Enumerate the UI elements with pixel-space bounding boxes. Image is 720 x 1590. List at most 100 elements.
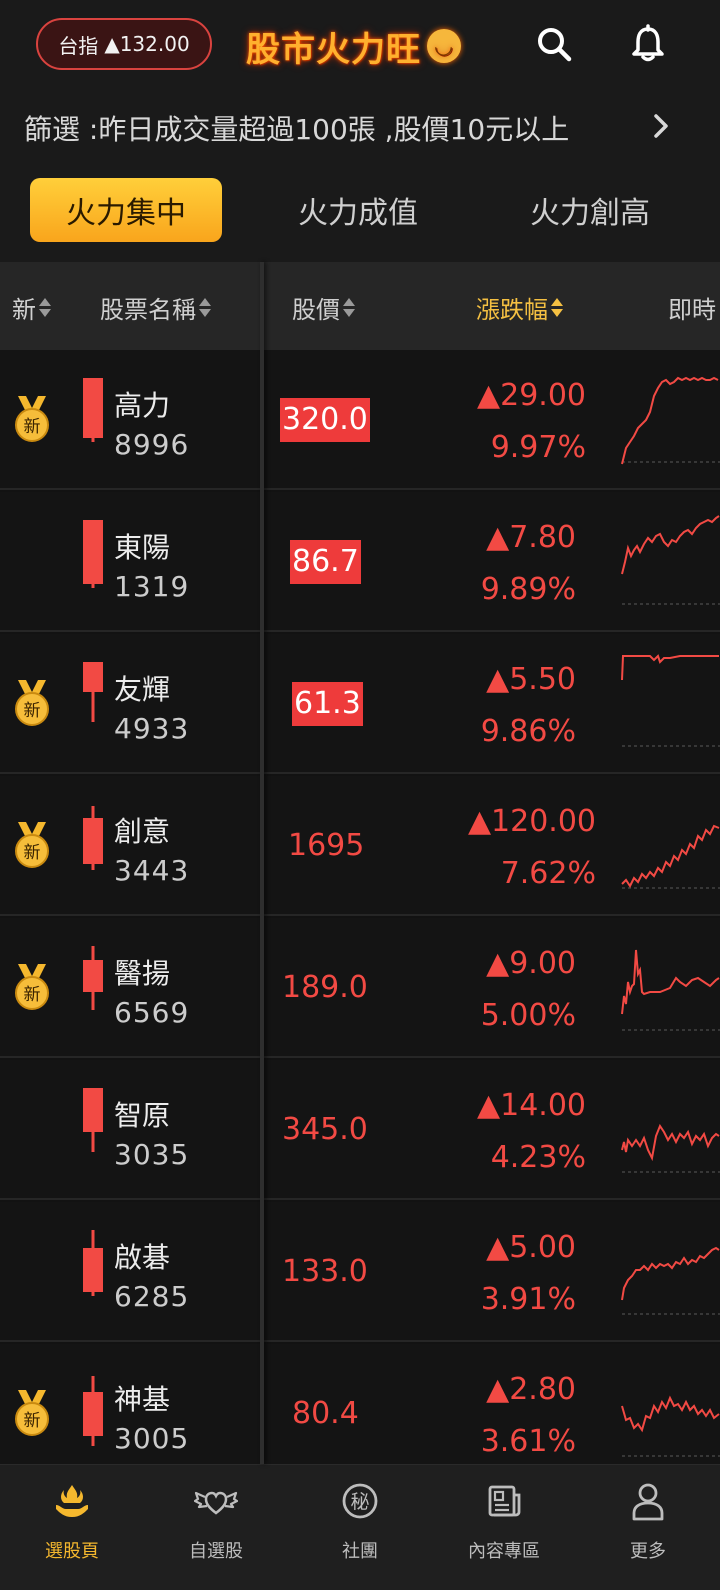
stock-price: 1695	[288, 828, 365, 863]
stock-row[interactable]: 新 神基 3005 80.4 ▲2.80 3.61%	[0, 1344, 720, 1464]
hand-flame-icon	[56, 1485, 88, 1517]
col-change[interactable]: 漲跌幅	[476, 290, 563, 325]
change-percent: 9.89%	[480, 572, 576, 607]
col-change-label: 漲跌幅	[476, 296, 548, 324]
col-name-label: 股票名稱	[100, 296, 196, 324]
candlestick-icon	[83, 946, 103, 1010]
candlestick-icon	[83, 806, 103, 870]
stock-row[interactable]: 啟碁 6285 133.0 ▲5.00 3.91%	[0, 1202, 720, 1342]
stock-name: 創意	[114, 815, 171, 848]
stock-name: 醫揚	[114, 957, 171, 990]
intraday-sparkline	[621, 1246, 720, 1315]
candlestick-icon	[83, 378, 103, 442]
candlestick-icon	[83, 1088, 103, 1152]
stock-row[interactable]: 新 創意 3443 1695 ▲120.00 7.62%	[0, 776, 720, 916]
medal-label: 新	[24, 1411, 41, 1431]
sort-icon	[343, 297, 355, 319]
stock-price: 320.0	[280, 398, 370, 442]
nav-more[interactable]: 更多	[576, 1479, 720, 1579]
new-medal-icon: 新	[15, 680, 49, 726]
stock-row[interactable]: 新 醫揚 6569 189.0 ▲9.00 5.00%	[0, 918, 720, 1058]
filter-text: 篩選 :昨日成交量超過100張 ,股價10元以上	[24, 113, 570, 146]
medal-label: 新	[24, 843, 41, 863]
col-realtime[interactable]: 即時	[668, 290, 716, 325]
change-percent: 7.62%	[500, 856, 596, 891]
nav-label: 社團	[342, 1541, 378, 1562]
intraday-sparkline	[621, 654, 720, 747]
nav-content[interactable]: 內容專區	[432, 1479, 576, 1579]
tab-fire-focus[interactable]: 火力集中	[30, 178, 222, 242]
stock-code: 6569	[114, 996, 190, 1029]
nav-stock-pick[interactable]: 選股頁	[0, 1479, 144, 1579]
sort-desc-icon	[551, 297, 563, 319]
price-change: ▲5.50	[486, 662, 576, 697]
candlestick-icon	[83, 520, 103, 588]
candlestick-icon	[83, 662, 103, 722]
new-medal-icon: 新	[15, 822, 49, 868]
candlestick-icon	[83, 1230, 103, 1296]
nav-club[interactable]: 秘 社團	[288, 1479, 432, 1579]
stock-code: 3005	[114, 1422, 190, 1455]
stock-row[interactable]: 新 友輝 4933 61.3 ▲5.50 9.86%	[0, 634, 720, 774]
intraday-sparkline	[621, 376, 720, 465]
intraday-sparkline	[621, 949, 720, 1031]
tab-fire-value[interactable]: 火力成值	[262, 178, 454, 242]
stock-name: 神基	[114, 1383, 171, 1416]
medal-label: 新	[24, 701, 41, 721]
intraday-sparkline	[621, 515, 720, 605]
col-name[interactable]: 股票名稱	[100, 290, 211, 325]
brand-title: 股市火力旺 ◡	[246, 18, 461, 74]
stock-code: 4933	[114, 712, 190, 745]
price-change: ▲29.00	[477, 378, 586, 413]
stock-list[interactable]: 新 高力 8996 320.0 ▲29.00 9.97% 東陽 1319 86.7 ▲7.80 9.…	[0, 350, 720, 1464]
price-change: ▲7.80	[486, 520, 576, 555]
index-change: ▲132.00	[104, 32, 190, 56]
new-medal-icon: 新	[15, 964, 49, 1010]
chevron-right-icon[interactable]	[650, 110, 674, 142]
col-price[interactable]: 股價	[292, 290, 355, 325]
tab-bar: 火力集中 火力成值 火力創高	[0, 164, 720, 262]
stock-code: 6285	[114, 1280, 190, 1313]
winged-heart-icon	[194, 1491, 238, 1515]
stock-name: 智原	[114, 1099, 171, 1132]
stock-price: 345.0	[282, 1112, 368, 1147]
change-percent: 5.00%	[480, 998, 576, 1033]
stock-code: 8996	[114, 428, 190, 461]
change-percent: 9.86%	[480, 714, 576, 749]
search-icon[interactable]	[534, 24, 574, 64]
bell-icon[interactable]	[628, 24, 668, 64]
medal-label: 新	[24, 417, 41, 437]
change-percent: 4.23%	[490, 1140, 586, 1175]
filter-row[interactable]: 篩選 :昨日成交量超過100張 ,股價10元以上	[0, 88, 720, 164]
change-percent: 9.97%	[490, 430, 586, 465]
person-icon	[632, 1483, 664, 1521]
col-new[interactable]: 新	[12, 290, 51, 325]
price-change: ▲9.00	[486, 946, 576, 981]
price-change: ▲5.00	[486, 1230, 576, 1265]
new-medal-icon: 新	[15, 396, 49, 442]
stock-price: 61.3	[292, 682, 363, 726]
stock-row[interactable]: 新 高力 8996 320.0 ▲29.00 9.97%	[0, 350, 720, 490]
nav-label: 更多	[630, 1541, 666, 1562]
stock-price: 189.0	[282, 970, 368, 1005]
nav-label: 自選股	[189, 1541, 243, 1562]
stock-name: 東陽	[114, 531, 171, 564]
nav-watchlist[interactable]: 自選股	[144, 1479, 288, 1579]
intraday-sparkline	[621, 1395, 720, 1457]
newspaper-icon	[488, 1485, 521, 1517]
stock-code: 3443	[114, 854, 190, 887]
sort-icon	[39, 297, 51, 319]
col-new-label: 新	[12, 296, 36, 324]
index-pill[interactable]: 台指 ▲132.00	[36, 18, 212, 70]
stock-row[interactable]: 東陽 1319 86.7 ▲7.80 9.89%	[0, 492, 720, 632]
secret-badge-icon: 秘	[342, 1483, 378, 1519]
stock-row[interactable]: 智原 3035 345.0 ▲14.00 4.23%	[0, 1060, 720, 1200]
tab-fire-high[interactable]: 火力創高	[494, 178, 686, 242]
nav-label: 內容專區	[468, 1541, 540, 1562]
intraday-sparkline	[621, 1123, 720, 1173]
stock-price: 80.4	[292, 1396, 359, 1431]
stock-code: 1319	[114, 570, 190, 603]
sort-icon	[199, 297, 211, 319]
stock-name: 啟碁	[114, 1241, 171, 1274]
stock-name: 友輝	[114, 673, 171, 706]
